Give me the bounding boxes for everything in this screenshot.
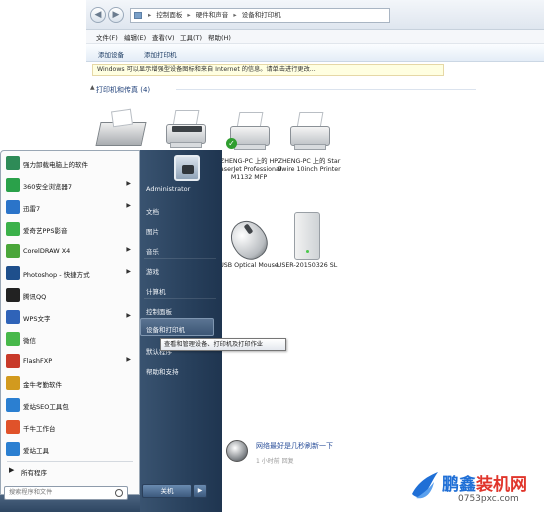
breadcrumb-separator: ▸ bbox=[148, 11, 152, 19]
list-item[interactable]: 微信 bbox=[3, 329, 137, 349]
breadcrumb-devices-printers[interactable]: 设备和打印机 bbox=[242, 11, 281, 19]
help-support-link[interactable]: 帮助和支持 bbox=[146, 366, 179, 376]
flashfxp-icon bbox=[6, 354, 20, 368]
list-item[interactable]: FlashFXP ▶ bbox=[3, 351, 137, 371]
wps-icon bbox=[6, 310, 20, 324]
list-item[interactable]: 爱站工具 bbox=[3, 439, 137, 459]
breadcrumb-hardware-sound[interactable]: 硬件和声音 bbox=[196, 11, 229, 19]
list-item[interactable]: 金牛考勤软件 bbox=[3, 373, 137, 393]
tooltip: 查看和管理设备、打印机及打印作业 bbox=[160, 338, 286, 351]
uninstall-app-icon bbox=[6, 156, 20, 170]
coreldraw-icon bbox=[6, 244, 20, 258]
command-toolbar: 添加设备 添加打印机 bbox=[86, 44, 544, 62]
attendance-app-icon bbox=[6, 376, 20, 390]
forward-button[interactable]: ▶ bbox=[108, 7, 124, 23]
music-link[interactable]: 音乐 bbox=[146, 246, 159, 256]
watermark-url: 0753pxc.com bbox=[458, 494, 519, 504]
list-item[interactable]: WPS文字 ▶ bbox=[3, 307, 137, 327]
breadcrumb-separator: ▸ bbox=[187, 11, 191, 19]
seo-tool-icon bbox=[6, 398, 20, 412]
wechat-icon bbox=[6, 332, 20, 346]
watermark-title: 鹏鑫装机网 bbox=[442, 475, 527, 495]
group-divider bbox=[176, 89, 476, 90]
divider bbox=[7, 461, 133, 462]
iqiyi-icon bbox=[6, 222, 20, 236]
user-avatar[interactable] bbox=[174, 155, 200, 181]
list-item[interactable]: 强力卸载电脑上的软件 bbox=[3, 153, 137, 173]
add-printer-button[interactable]: 添加打印机 bbox=[144, 49, 177, 59]
games-link[interactable]: 游戏 bbox=[146, 266, 159, 276]
menu-bar: 文件(F) 编辑(E) 查看(V) 工具(T) 帮助(H) bbox=[86, 30, 544, 44]
list-item[interactable]: Photoshop - 快捷方式 ▶ bbox=[3, 263, 137, 283]
address-bar-row: ◀ ▶ ▸ 控制面板 ▸ 硬件和声音 ▸ 设备和打印机 bbox=[86, 0, 544, 30]
list-item[interactable]: 爱奇艺PPS影音 bbox=[3, 219, 137, 239]
chevron-right-icon: ▶ bbox=[9, 466, 15, 474]
thunder-icon bbox=[6, 200, 20, 214]
info-bar[interactable]: Windows 可以显示增强型设备图标和来自 Internet 的信息。请单击进… bbox=[92, 64, 444, 76]
search-icon[interactable] bbox=[115, 489, 123, 497]
user-name-link[interactable]: Administrator bbox=[146, 185, 190, 193]
printer-icon: ✓ bbox=[224, 108, 274, 156]
menu-view[interactable]: 查看(V) bbox=[152, 32, 175, 42]
list-item[interactable]: 千牛工作台 bbox=[3, 417, 137, 437]
all-programs-button[interactable]: ▶ 所有程序 bbox=[3, 464, 137, 478]
qq-icon bbox=[6, 288, 20, 302]
browser-360-icon bbox=[6, 178, 20, 192]
computer-link[interactable]: 计算机 bbox=[146, 286, 166, 296]
site-watermark: 鹏鑫装机网 0753pxc.com bbox=[402, 462, 544, 512]
menu-help[interactable]: 帮助(H) bbox=[208, 32, 231, 42]
list-item[interactable]: 迅雷7 ▶ bbox=[3, 197, 137, 217]
list-item[interactable]: 腾讯QQ bbox=[3, 285, 137, 305]
list-item[interactable]: CorelDRAW X4 ▶ bbox=[3, 241, 137, 261]
comment-meta: 1 小时前 回复 bbox=[256, 458, 294, 465]
qianniu-icon bbox=[6, 420, 20, 434]
mouse-icon bbox=[223, 212, 275, 267]
printer-icon bbox=[284, 108, 334, 156]
pictures-link[interactable]: 图片 bbox=[146, 226, 159, 236]
control-panel-link[interactable]: 控制面板 bbox=[146, 306, 172, 316]
divider bbox=[144, 298, 216, 299]
search-input[interactable]: 搜索程序和文件 bbox=[4, 486, 128, 500]
list-item[interactable]: 爱站SEO工具包 bbox=[3, 395, 137, 415]
address-field[interactable]: ▸ 控制面板 ▸ 硬件和声音 ▸ 设备和打印机 bbox=[130, 8, 390, 23]
back-button[interactable]: ◀ bbox=[90, 7, 106, 23]
control-panel-icon bbox=[134, 12, 142, 19]
fax-icon bbox=[95, 108, 147, 156]
bird-logo-icon bbox=[412, 472, 438, 499]
camera-icon bbox=[182, 165, 194, 174]
breadcrumb-control-panel[interactable]: 控制面板 bbox=[156, 11, 182, 19]
group-collapse-icon[interactable]: ▲ bbox=[90, 84, 95, 91]
aizhan-tool-icon bbox=[6, 442, 20, 456]
printer-icon bbox=[160, 106, 210, 154]
computer-tower-icon bbox=[282, 212, 332, 260]
divider bbox=[144, 258, 216, 259]
default-check-icon: ✓ bbox=[226, 138, 237, 149]
documents-link[interactable]: 文档 bbox=[146, 206, 159, 216]
menu-edit[interactable]: 编辑(E) bbox=[124, 32, 146, 42]
shutdown-button[interactable]: 关机 bbox=[142, 484, 192, 498]
device-printer-default[interactable] bbox=[150, 106, 220, 156]
start-menu-programs-pane: 强力卸载电脑上的软件 360安全浏览器7 ▶ 迅雷7 ▶ 爱奇艺PPS影音 Co… bbox=[0, 150, 140, 495]
list-item[interactable]: 360安全浏览器7 ▶ bbox=[3, 175, 137, 195]
shutdown-options-button[interactable]: ▶ bbox=[193, 484, 207, 498]
comment-text[interactable]: 网络最好是几秒刷新一下 bbox=[256, 441, 333, 451]
devices-printers-link[interactable]: 设备和打印机 bbox=[146, 324, 185, 334]
photoshop-icon bbox=[6, 266, 20, 280]
menu-file[interactable]: 文件(F) bbox=[96, 32, 118, 42]
printers-group-header[interactable]: 打印机和传真 (4) bbox=[96, 85, 150, 95]
device-star-printer[interactable]: ZHENG-PC 上的 Star 9wire 10inch Printer bbox=[274, 108, 344, 174]
menu-tools[interactable]: 工具(T) bbox=[180, 32, 202, 42]
device-computer[interactable]: USER-20150326 SL bbox=[272, 212, 342, 270]
breadcrumb-separator: ▸ bbox=[233, 11, 237, 19]
commenter-avatar bbox=[226, 440, 248, 462]
add-device-button[interactable]: 添加设备 bbox=[98, 49, 124, 59]
